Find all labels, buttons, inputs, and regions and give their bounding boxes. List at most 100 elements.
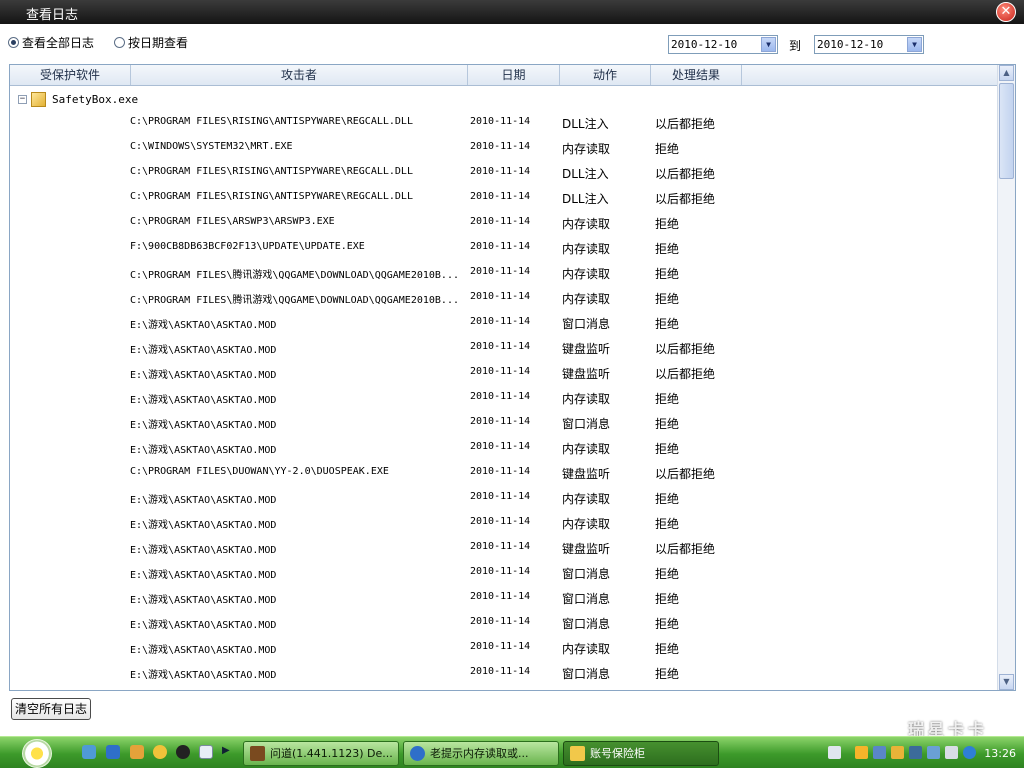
date-from-picker[interactable]: 2010-12-10 ▼ bbox=[668, 35, 778, 54]
monitor-icon[interactable] bbox=[909, 746, 922, 759]
filter-toolbar: 查看全部日志 按日期查看 2010-12-10 ▼ 到 2010-12-10 ▼ bbox=[0, 24, 1024, 62]
result-cell: 拒绝 bbox=[655, 217, 680, 231]
column-header-protected-app[interactable]: 受保护软件 bbox=[10, 65, 131, 85]
table-row[interactable]: E:\游戏\ASKTAO\ASKTAO.MOD 2010-11-14 键盘监听 以后都… bbox=[10, 536, 997, 561]
column-header-attacker[interactable]: 攻击者 bbox=[131, 65, 468, 85]
table-row[interactable]: C:\PROGRAM FILES\DUOWAN\YY-2.0\DUOSPEAK.… bbox=[10, 461, 997, 486]
ie-tray-icon[interactable] bbox=[963, 746, 976, 759]
action-cell: DLL注入 bbox=[562, 117, 609, 131]
tree-group-node[interactable]: − SafetyBox.exe bbox=[18, 92, 138, 107]
date-cell: 2010-11-14 bbox=[470, 491, 531, 502]
result-cell: 拒绝 bbox=[655, 667, 680, 681]
table-row[interactable]: E:\游戏\ASKTAO\ASKTAO.MOD 2010-11-14 窗口消息 拒绝 bbox=[10, 561, 997, 586]
attacker-cell: C:\PROGRAM FILES\DUOWAN\YY-2.0\DUOSPEAK.… bbox=[130, 466, 389, 477]
result-cell: 以后都拒绝 bbox=[655, 542, 716, 556]
result-cell: 拒绝 bbox=[655, 442, 680, 456]
action-cell: 内存读取 bbox=[562, 517, 611, 531]
table-row[interactable]: E:\游戏\ASKTAO\ASKTAO.MOD 2010-11-14 键盘监听 以后都… bbox=[10, 361, 997, 386]
result-cell: 以后都拒绝 bbox=[655, 192, 716, 206]
date-cell: 2010-11-14 bbox=[470, 191, 531, 202]
qq-icon[interactable] bbox=[176, 745, 190, 759]
task-label: 问道(1.441.1123) De... bbox=[270, 747, 393, 760]
collapse-icon[interactable]: − bbox=[18, 95, 27, 104]
column-header-date[interactable]: 日期 bbox=[468, 65, 560, 85]
attacker-cell: E:\游戏\ASKTAO\ASKTAO.MOD bbox=[130, 370, 277, 381]
start-button[interactable] bbox=[22, 739, 52, 768]
date-cell: 2010-11-14 bbox=[470, 391, 531, 402]
tray-app-icon[interactable] bbox=[855, 746, 868, 759]
show-desktop-icon[interactable] bbox=[82, 745, 96, 759]
vertical-scrollbar[interactable]: ▲ ▼ bbox=[997, 65, 1015, 690]
table-row[interactable]: E:\游戏\ASKTAO\ASKTAO.MOD 2010-11-14 窗口消息 拒绝 bbox=[10, 411, 997, 436]
taskbar: ▶ 问道(1.441.1123) De... 老提示内存读取或... 账号保险柜… bbox=[0, 736, 1024, 768]
table-row[interactable]: E:\游戏\ASKTAO\ASKTAO.MOD 2010-11-14 内存读取 拒绝 bbox=[10, 511, 997, 536]
table-row[interactable]: E:\游戏\ASKTAO\ASKTAO.MOD 2010-11-14 窗口消息 拒绝 bbox=[10, 661, 997, 686]
date-from-value: 2010-12-10 bbox=[671, 38, 738, 51]
attacker-cell: C:\PROGRAM FILES\RISING\ANTISPYWARE\REGC… bbox=[130, 166, 413, 177]
ie-icon[interactable] bbox=[106, 745, 120, 759]
action-cell: 内存读取 bbox=[562, 642, 611, 656]
document-icon[interactable] bbox=[199, 745, 213, 759]
table-row[interactable]: C:\PROGRAM FILES\RISING\ANTISPYWARE\REGC… bbox=[10, 161, 997, 186]
protected-app-name: SafetyBox.exe bbox=[52, 93, 139, 106]
close-icon: ✕ bbox=[1000, 4, 1012, 19]
table-row[interactable]: E:\游戏\ASKTAO\ASKTAO.MOD 2010-11-14 内存读取 拒绝 bbox=[10, 436, 997, 461]
table-row[interactable]: C:\WINDOWS\SYSTEM32\MRT.EXE 2010-11-14 内存读… bbox=[10, 136, 997, 161]
view-by-date-radio[interactable]: 按日期查看 bbox=[114, 34, 188, 51]
action-cell: 窗口消息 bbox=[562, 567, 611, 581]
network-icon[interactable] bbox=[873, 746, 886, 759]
view-all-radio[interactable]: 查看全部日志 bbox=[8, 34, 94, 51]
keyboard-icon[interactable] bbox=[828, 746, 841, 759]
chat-icon[interactable] bbox=[153, 745, 167, 759]
dropdown-arrow-icon[interactable]: ▼ bbox=[761, 37, 776, 52]
table-row[interactable]: C:\PROGRAM FILES\ARSWP3\ARSWP3.EXE 2010-1… bbox=[10, 211, 997, 236]
table-row[interactable]: C:\PROGRAM FILES\腾讯游戏\QQGAME\DOWNLOAD\QQ… bbox=[10, 286, 997, 311]
attacker-cell: C:\WINDOWS\SYSTEM32\MRT.EXE bbox=[130, 141, 293, 152]
date-cell: 2010-11-14 bbox=[470, 316, 531, 327]
task-label: 账号保险柜 bbox=[590, 747, 645, 760]
app-icon[interactable] bbox=[130, 745, 144, 759]
action-cell: 内存读取 bbox=[562, 242, 611, 256]
result-cell: 拒绝 bbox=[655, 567, 680, 581]
result-cell: 拒绝 bbox=[655, 592, 680, 606]
attacker-cell: C:\PROGRAM FILES\RISING\ANTISPYWARE\REGC… bbox=[130, 116, 413, 127]
expand-arrow-icon[interactable]: ▶ bbox=[222, 745, 230, 759]
scroll-thumb[interactable] bbox=[999, 83, 1014, 179]
ie-icon bbox=[410, 746, 425, 761]
clear-all-logs-button[interactable]: 清空所有日志 bbox=[11, 698, 91, 720]
result-cell: 以后都拒绝 bbox=[655, 467, 716, 481]
table-row[interactable]: E:\游戏\ASKTAO\ASKTAO.MOD 2010-11-14 内存读取 拒绝 bbox=[10, 636, 997, 661]
scroll-down-icon[interactable]: ▼ bbox=[999, 674, 1014, 690]
date-cell: 2010-11-14 bbox=[470, 516, 531, 527]
table-row[interactable]: C:\PROGRAM FILES\腾讯游戏\QQGAME\DOWNLOAD\QQ… bbox=[10, 261, 997, 286]
table-row[interactable]: E:\游戏\ASKTAO\ASKTAO.MOD 2010-11-14 窗口消息 拒绝 bbox=[10, 611, 997, 636]
task-button-1[interactable]: 老提示内存读取或... bbox=[403, 741, 559, 766]
close-button[interactable]: ✕ bbox=[996, 2, 1016, 22]
date-cell: 2010-11-14 bbox=[470, 591, 531, 602]
date-to-picker[interactable]: 2010-12-10 ▼ bbox=[814, 35, 924, 54]
column-header-action[interactable]: 动作 bbox=[560, 65, 651, 85]
attacker-cell: E:\游戏\ASKTAO\ASKTAO.MOD bbox=[130, 620, 277, 631]
shield-icon[interactable] bbox=[927, 746, 940, 759]
table-row[interactable]: C:\PROGRAM FILES\RISING\ANTISPYWARE\REGC… bbox=[10, 111, 997, 136]
table-row[interactable]: E:\游戏\ASKTAO\ASKTAO.MOD 2010-11-14 内存读取 拒绝 bbox=[10, 486, 997, 511]
date-cell: 2010-11-14 bbox=[470, 566, 531, 577]
result-cell: 以后都拒绝 bbox=[655, 117, 716, 131]
safe-tray-icon[interactable] bbox=[891, 746, 904, 759]
table-row[interactable]: E:\游戏\ASKTAO\ASKTAO.MOD 2010-11-14 内存读取 拒绝 bbox=[10, 386, 997, 411]
task-button-0[interactable]: 问道(1.441.1123) De... bbox=[243, 741, 399, 766]
column-header-result[interactable]: 处理结果 bbox=[651, 65, 742, 85]
action-cell: 窗口消息 bbox=[562, 617, 611, 631]
task-button-2[interactable]: 账号保险柜 bbox=[563, 741, 719, 766]
dropdown-arrow-icon[interactable]: ▼ bbox=[907, 37, 922, 52]
table-row[interactable]: C:\PROGRAM FILES\RISING\ANTISPYWARE\REGC… bbox=[10, 186, 997, 211]
task-label: 老提示内存读取或... bbox=[430, 747, 529, 760]
action-cell: 键盘监听 bbox=[562, 367, 611, 381]
table-row[interactable]: E:\游戏\ASKTAO\ASKTAO.MOD 2010-11-14 窗口消息 拒绝 bbox=[10, 311, 997, 336]
volume-icon[interactable] bbox=[945, 746, 958, 759]
scroll-up-icon[interactable]: ▲ bbox=[999, 65, 1014, 81]
table-row[interactable]: F:\900CB8DB63BCF02F13\UPDATE\UPDATE.EXE 2… bbox=[10, 236, 997, 261]
table-row[interactable]: E:\游戏\ASKTAO\ASKTAO.MOD 2010-11-14 键盘监听 以后都… bbox=[10, 336, 997, 361]
table-row[interactable]: E:\游戏\ASKTAO\ASKTAO.MOD 2010-11-14 窗口消息 拒绝 bbox=[10, 586, 997, 611]
attacker-cell: E:\游戏\ASKTAO\ASKTAO.MOD bbox=[130, 645, 277, 656]
